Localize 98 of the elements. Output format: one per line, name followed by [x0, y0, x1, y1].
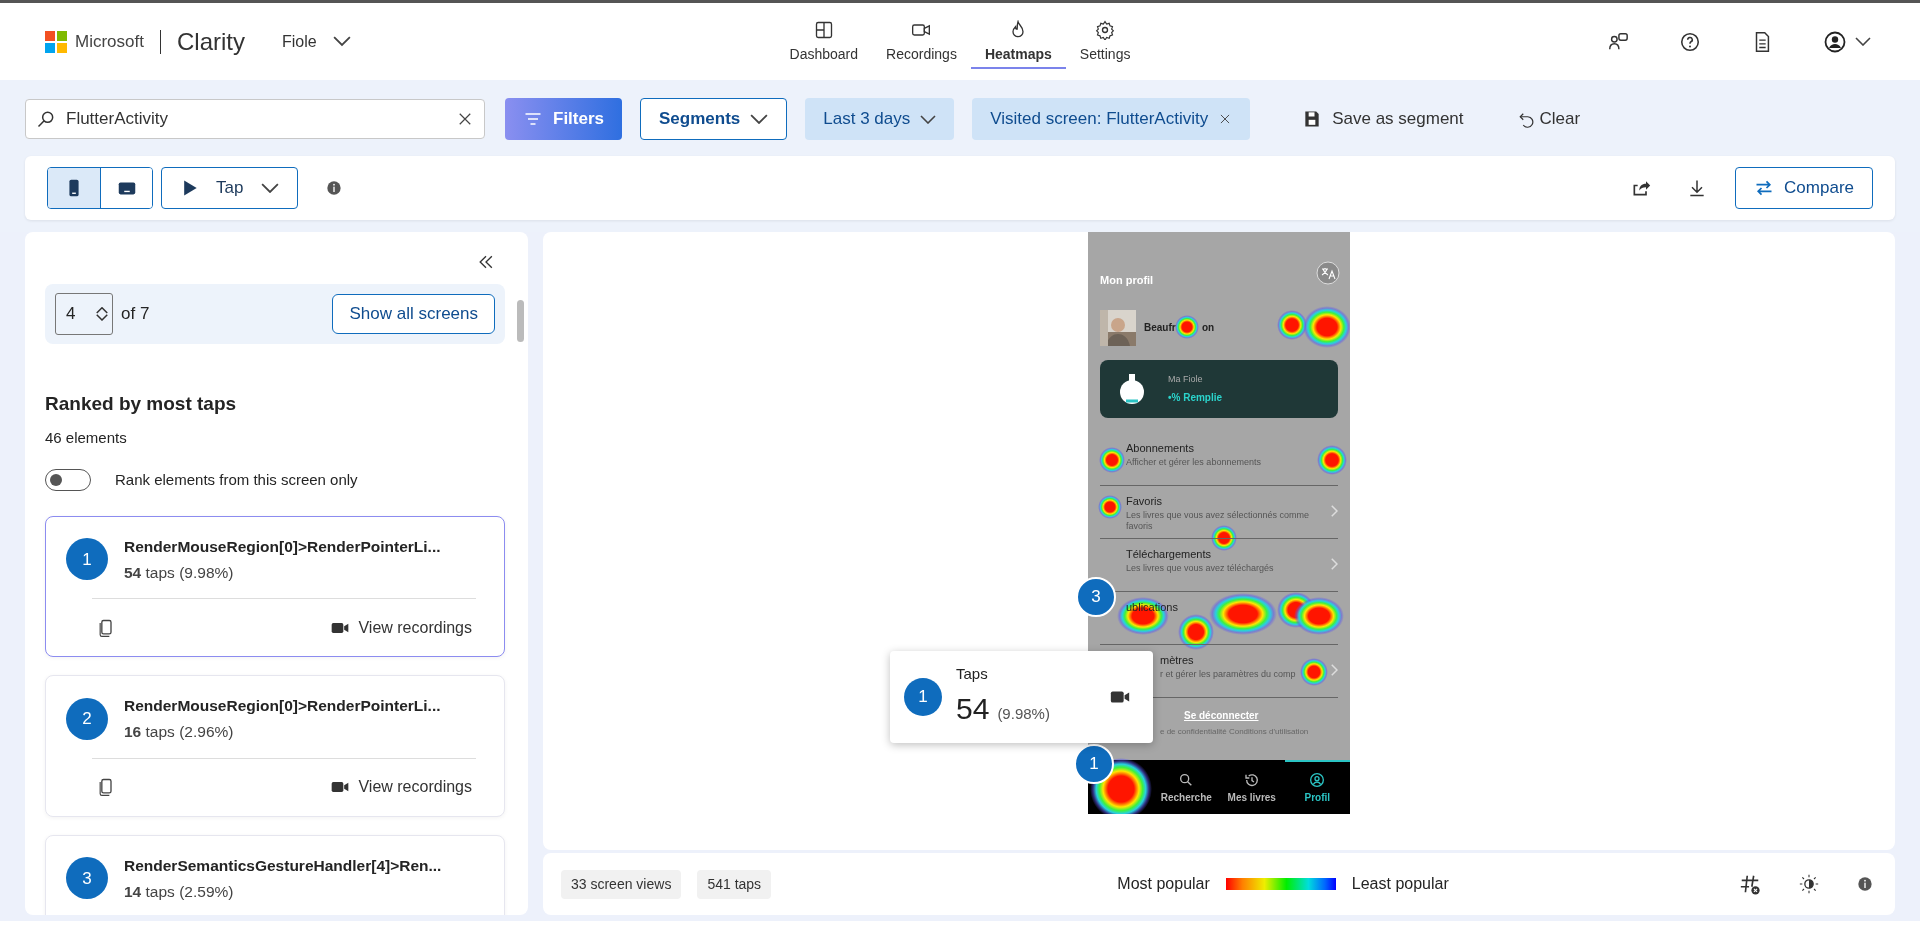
- card-title: Ma Fiole: [1168, 373, 1204, 387]
- heat-spot: [1294, 597, 1344, 635]
- menu-item-subtitle: Afficher et gérer les abonnements: [1126, 456, 1261, 468]
- element-name: RenderMouseRegion[0]>RenderPointerLi...: [124, 536, 442, 557]
- rank-badge: 1: [66, 538, 108, 581]
- info-icon: [326, 180, 343, 196]
- stat-chip: 33 screen views: [561, 869, 682, 899]
- element-name: RenderMouseRegion[0]>RenderPointerLi...: [124, 696, 442, 716]
- element-count: 46 elements: [45, 427, 128, 448]
- translate-icon: [1316, 261, 1340, 285]
- screen-number-field[interactable]: 4: [55, 293, 113, 335]
- desktop-toggle[interactable]: [100, 168, 152, 208]
- rank-badge: 2: [66, 697, 108, 740]
- tap-count: 54 taps (9.98%): [124, 562, 235, 583]
- rank-badge: 1: [904, 678, 942, 716]
- caret-icon: [1855, 37, 1871, 46]
- search-icon: [36, 109, 56, 129]
- heat-spot: [1175, 315, 1199, 339]
- screen-title: Mon profil: [1100, 273, 1154, 288]
- menu-item-title[interactable]: Téléchargements: [1126, 546, 1211, 563]
- filters-button[interactable]: Filters: [505, 98, 623, 140]
- show-all-screens-button[interactable]: Show all screens: [332, 294, 495, 334]
- segments-dropdown[interactable]: Segments: [640, 98, 788, 140]
- user-name: Beaufr: [1144, 321, 1176, 335]
- nav-tab[interactable]: Recordings: [872, 14, 971, 69]
- tap-count: 16 taps (2.96%): [124, 722, 235, 743]
- brightness-icon: [1799, 874, 1819, 894]
- chevron-icon: [1331, 664, 1338, 676]
- clear-filters-button[interactable]: Clear: [1499, 98, 1599, 140]
- caret-icon: [920, 114, 937, 124]
- caret-icon: [261, 182, 280, 194]
- view-recordings-link[interactable]: View recordings: [326, 771, 476, 803]
- menu-item-subtitle: r et gérer les paramètres du comp: [1160, 668, 1296, 680]
- chevron-icon: [1331, 505, 1338, 517]
- section-heading: Ranked by most taps: [45, 392, 238, 416]
- tab-bar-item[interactable]: Profil: [1284, 760, 1350, 814]
- element-card[interactable]: 2 RenderMouseRegion[0]>RenderPointerLi... 16 taps (2.96%) View recordings: [45, 675, 505, 817]
- legend-label: Least popular: [1351, 874, 1449, 894]
- logo-icon: [45, 30, 67, 53]
- tap-count: 14 taps (2.59%): [124, 881, 235, 902]
- compare-button[interactable]: Compare: [1735, 167, 1873, 209]
- nav-tab[interactable]: Settings: [1065, 14, 1145, 69]
- tab-bar-item[interactable]: Recherche: [1153, 760, 1219, 814]
- search-field[interactable]: FlutterActivity: [64, 105, 448, 133]
- heat-spot: [1098, 495, 1122, 519]
- tap-value: 54: [956, 690, 990, 727]
- brand-name: Microsoft: [75, 30, 144, 53]
- project-dropdown[interactable]: Fiole: [269, 22, 364, 61]
- swap-icon: [1754, 178, 1775, 198]
- heat-spot: [1211, 525, 1237, 551]
- element-card[interactable]: 1 RenderMouseRegion[0]>RenderPointerLi... 54 taps (9.98%) View recordings: [45, 515, 505, 657]
- view-recordings-link[interactable]: View recordings: [326, 611, 476, 644]
- product-name: Clarity: [176, 26, 245, 57]
- mobile-toggle[interactable]: [48, 168, 100, 208]
- settings-icon: [1095, 20, 1116, 40]
- element-name: RenderSemanticsGestureHandler[4]>Ren...: [124, 855, 443, 876]
- element-card[interactable]: 3 RenderSemanticsGestureHandler[4]>Ren... 14 taps (2.59%): [45, 834, 505, 915]
- chevron-icon: [1331, 558, 1338, 570]
- account-icon: [1823, 29, 1847, 54]
- menu-item-title[interactable]: ublications: [1126, 599, 1178, 616]
- rank-marker[interactable]: 3: [1076, 577, 1116, 617]
- hashtag-icon: [1739, 873, 1761, 895]
- dashboard-icon: [813, 20, 834, 40]
- rank-marker[interactable]: 1: [1074, 744, 1114, 784]
- legend-label: Most popular: [1117, 874, 1210, 894]
- nav-tab[interactable]: Heatmaps: [970, 14, 1066, 69]
- heat-spot: [1300, 658, 1328, 686]
- menu-item-title[interactable]: mètres: [1160, 652, 1194, 669]
- menu-item-title[interactable]: Favoris: [1126, 493, 1163, 510]
- info-icon: [1857, 876, 1873, 892]
- menu-item-subtitle: Les livres que vous avez sélectionnés comme favoris: [1126, 509, 1311, 532]
- card-subtitle: •% Remplie: [1168, 390, 1223, 405]
- person-icon: [1309, 771, 1326, 788]
- tab-bar-item[interactable]: Mes livres: [1219, 760, 1285, 814]
- caret-icon: [750, 113, 769, 125]
- menu-item-title[interactable]: Abonnements: [1126, 440, 1194, 457]
- filter-chip: Visited screen: FlutterActivity: [972, 98, 1251, 140]
- toggle-switch[interactable]: [45, 469, 91, 492]
- toggle-label: Rank elements from this screen only: [115, 470, 358, 490]
- heat-spot: [1317, 445, 1347, 475]
- mode-dropdown[interactable]: Tap: [161, 167, 299, 209]
- tap-percent: (9.98%): [997, 703, 1050, 724]
- screen-count: of 7: [121, 303, 150, 326]
- history-icon: [1243, 771, 1260, 788]
- menu-item-subtitle: Les livres que vous avez téléchargés: [1126, 562, 1274, 574]
- stat-chip: 541 taps: [697, 869, 772, 899]
- user-name: on: [1202, 321, 1215, 335]
- heat-spot: [1099, 447, 1125, 473]
- rank-badge: 3: [66, 857, 108, 900]
- date-dropdown[interactable]: Last 3 days: [805, 98, 955, 140]
- scrollbar-thumb[interactable]: [517, 300, 524, 342]
- down-icon: [96, 314, 108, 321]
- caret-icon: [332, 36, 351, 47]
- nav-tab[interactable]: Dashboard: [775, 14, 873, 69]
- tooltip-label: Taps: [956, 664, 989, 685]
- save-segment-button[interactable]: Save as segment: [1284, 98, 1482, 140]
- up-icon: [96, 307, 108, 314]
- search-box[interactable]: FlutterActivity: [25, 99, 485, 139]
